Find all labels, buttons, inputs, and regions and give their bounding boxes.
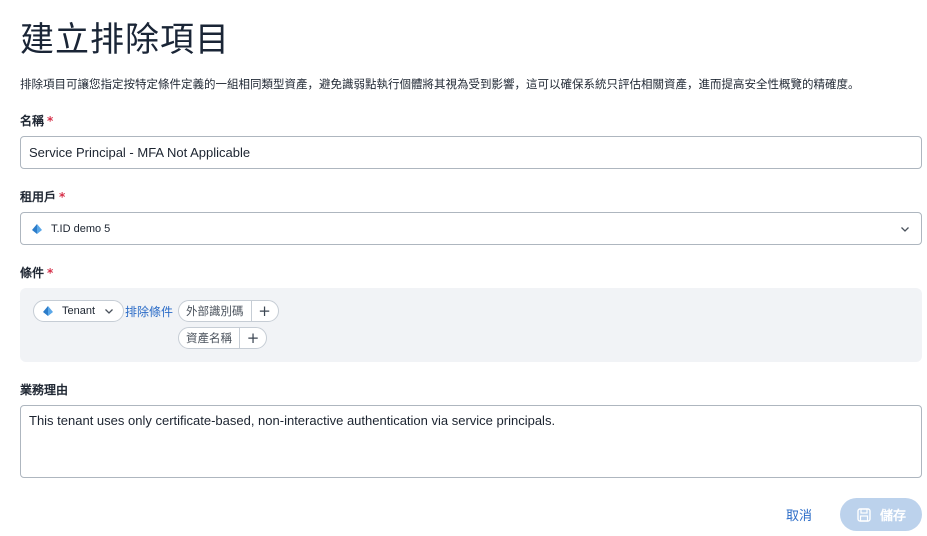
justification-textarea[interactable]: This tenant uses only certificate-based,… <box>20 405 922 478</box>
add-asset-name-button[interactable]: + <box>240 328 266 348</box>
tenant-label-text: 租用戶 <box>20 190 57 204</box>
page-title: 建立排除項目 <box>20 20 230 60</box>
conditions-label: 條件 * <box>20 265 53 281</box>
chevron-down-icon <box>105 309 113 314</box>
condition-scope-value: Tenant <box>62 305 96 317</box>
add-external-id-button[interactable]: + <box>252 301 278 321</box>
save-icon <box>857 507 871 522</box>
conditions-label-text: 條件 <box>20 266 45 280</box>
condition-chip-asset-name: 資產名稱 + <box>178 327 267 349</box>
tenant-select-value: T.ID demo 5 <box>51 222 111 235</box>
tenant-label: 租用戶 * <box>20 189 65 205</box>
name-label: 名稱 * <box>20 113 53 129</box>
justification-label: 業務理由 <box>20 383 69 397</box>
save-button[interactable]: 儲存 <box>840 498 922 531</box>
name-input[interactable] <box>20 136 922 169</box>
cancel-button[interactable]: 取消 <box>778 503 820 525</box>
condition-scope-select[interactable]: Tenant <box>33 300 125 322</box>
required-mark: * <box>47 114 54 128</box>
tenant-select[interactable]: T.ID demo 5 <box>20 212 922 245</box>
save-button-label: 儲存 <box>879 509 906 524</box>
tenant-pyramid-icon <box>32 223 42 234</box>
exclude-conditions-link[interactable]: 排除條件 <box>125 303 173 320</box>
required-mark: * <box>47 266 54 280</box>
chevron-down-icon <box>901 226 909 232</box>
required-mark: * <box>59 190 66 204</box>
chip-label: 資產名稱 <box>179 328 240 348</box>
name-label-text: 名稱 <box>20 114 45 128</box>
condition-chip-external-id: 外部識別碼 + <box>178 300 279 322</box>
chip-label: 外部識別碼 <box>179 301 252 321</box>
conditions-panel: Tenant 排除條件 外部識別碼 + 資產名稱 + <box>20 288 922 362</box>
tenant-pyramid-icon <box>43 306 53 316</box>
page-description: 排除項目可讓您指定按特定條件定義的一組相同類型資產，避免識弱點執行個體將其視為受… <box>20 77 860 91</box>
